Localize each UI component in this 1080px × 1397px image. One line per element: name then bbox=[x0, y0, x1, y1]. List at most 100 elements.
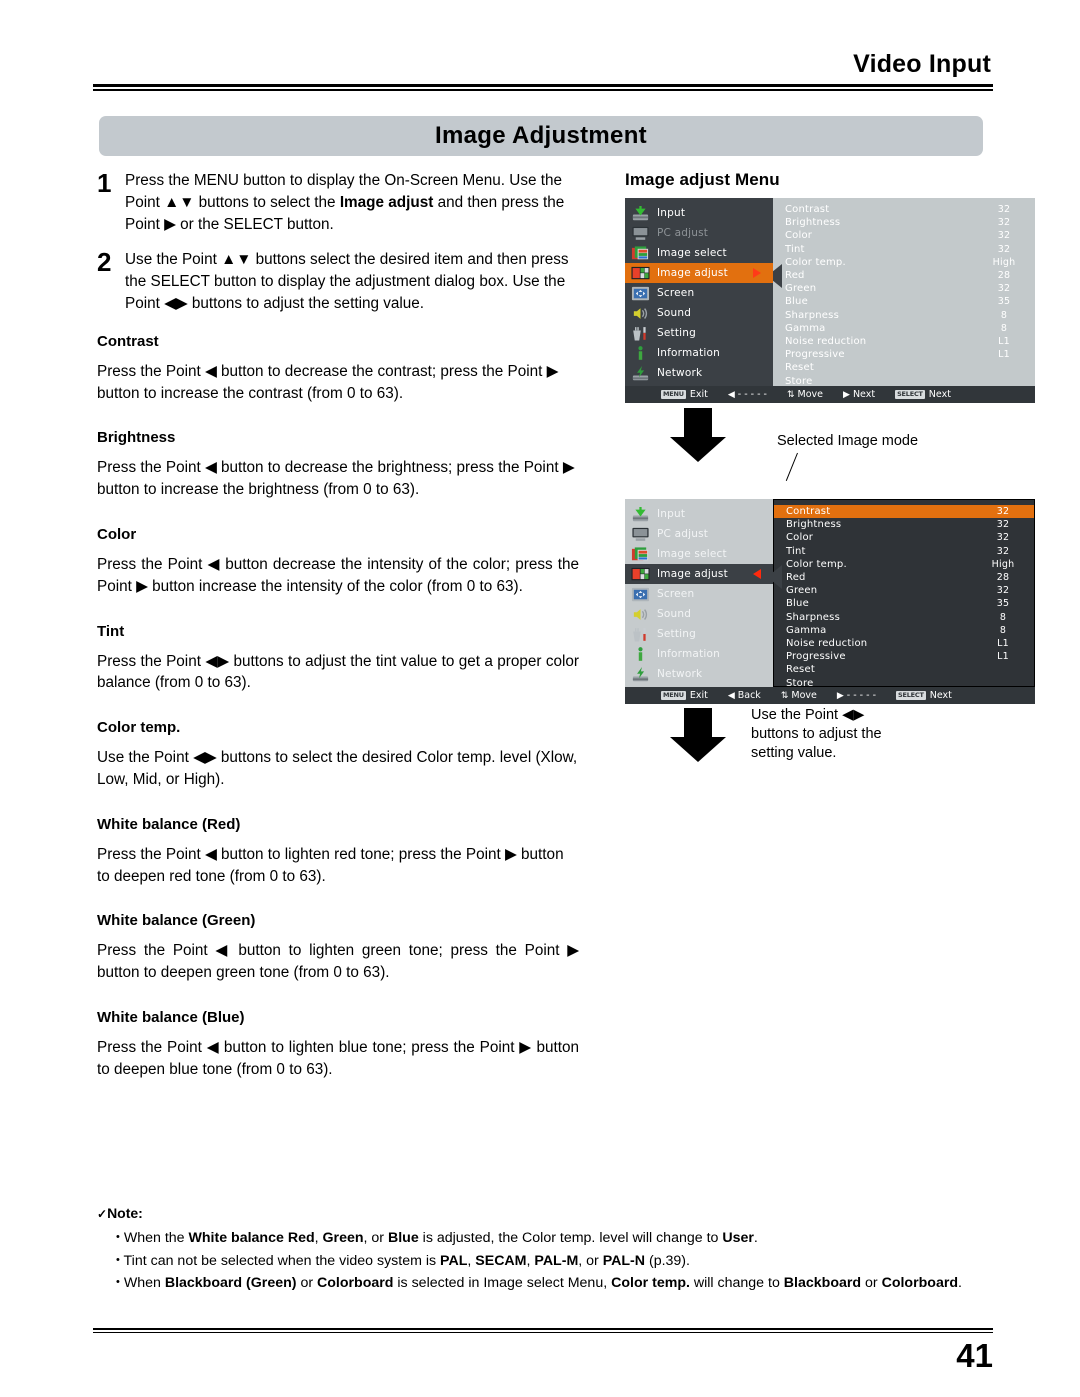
flow-arrow-down-1 bbox=[670, 408, 726, 462]
osd-item-contrast[interactable]: Contrast 32 bbox=[773, 203, 1035, 216]
osd-menu-top[interactable]: Input PC adjust Image select Image adjust Sc… bbox=[625, 198, 1035, 403]
sidebar-item-network[interactable]: Network bbox=[625, 664, 773, 684]
check-icon: ✓ bbox=[97, 1207, 108, 1221]
callout-line: buttons to adjust the bbox=[751, 726, 882, 742]
osd-footer-hint-label: - - - - - bbox=[737, 389, 767, 400]
sidebar-item-image-select[interactable]: Image select bbox=[625, 243, 773, 263]
osd-item-value: 32 bbox=[996, 545, 1010, 557]
flow-arrow-down-2 bbox=[670, 708, 726, 762]
sidebar-item-sound[interactable]: Sound bbox=[625, 303, 773, 323]
osd-item-progressive[interactable]: Progressive L1 bbox=[774, 650, 1034, 663]
osd-menu-bottom[interactable]: Input PC adjust Image select Image adjust Sc… bbox=[625, 499, 1035, 704]
page-title: Image Adjustment bbox=[435, 122, 647, 149]
osd-item-value: L1 bbox=[997, 651, 1009, 663]
osd-item-blue[interactable]: Blue 35 bbox=[774, 597, 1034, 610]
osd-item-value: 35 bbox=[997, 296, 1011, 308]
section-body-contrast: Press the Point ◀ button to decrease the… bbox=[97, 362, 559, 402]
sidebar-item-screen[interactable]: Screen bbox=[625, 584, 773, 604]
direction-glyph-icon: ◀ bbox=[727, 389, 735, 400]
page-header: Video Input bbox=[93, 52, 993, 91]
osd-item-name: Blue bbox=[785, 296, 808, 308]
osd-item-brightness[interactable]: Brightness 32 bbox=[774, 518, 1034, 531]
pc-adjust-icon bbox=[631, 225, 650, 242]
osd-item-gamma[interactable]: Gamma 8 bbox=[773, 322, 1035, 335]
note-item-text: When the White balance Red, Green, or Bl… bbox=[123, 1230, 758, 1246]
osd-item-sharpness[interactable]: Sharpness 8 bbox=[773, 309, 1035, 322]
osd-item-name: Color bbox=[786, 532, 814, 544]
osd-item-sharpness[interactable]: Sharpness 8 bbox=[774, 611, 1034, 624]
osd-item-value: L1 bbox=[997, 637, 1009, 649]
osd-item-name: Sharpness bbox=[786, 611, 840, 623]
osd-item-value: 32 bbox=[997, 204, 1011, 216]
sidebar-item-input[interactable]: Input bbox=[625, 504, 773, 524]
osd-item-tint[interactable]: Tint 32 bbox=[774, 545, 1034, 558]
setting-icon bbox=[631, 626, 650, 643]
sidebar-item-image-select[interactable]: Image select bbox=[625, 544, 773, 564]
direction-glyph-icon: ⇅ bbox=[780, 690, 789, 701]
osd-item-gamma[interactable]: Gamma 8 bbox=[774, 624, 1034, 637]
osd-item-name: Green bbox=[785, 283, 817, 295]
osd-item-color[interactable]: Color 32 bbox=[774, 531, 1034, 544]
sidebar-item-pc-adjust[interactable]: PC adjust bbox=[625, 223, 773, 243]
sidebar-item-screen[interactable]: Screen bbox=[625, 283, 773, 303]
osd-item-panel[interactable]: Contrast 32 Brightness 32 Color 32 Tint 32 Color… bbox=[773, 198, 1035, 387]
osd-item-color[interactable]: Color 32 bbox=[773, 229, 1035, 242]
osd-item-panel[interactable]: Contrast 32 Brightness 32 Color 32 Tint 32 Color… bbox=[773, 499, 1035, 689]
osd-item-contrast[interactable]: Contrast 32 bbox=[774, 505, 1034, 519]
osd-item-tint[interactable]: Tint 32 bbox=[773, 243, 1035, 256]
osd-sidebar[interactable]: Input PC adjust Image select Image adjust Sc… bbox=[625, 499, 773, 687]
osd-item-name: Tint bbox=[785, 243, 805, 255]
osd-footer-hint: SELECT Next bbox=[895, 389, 951, 400]
osd-notch bbox=[773, 565, 782, 589]
osd-sidebar[interactable]: Input PC adjust Image select Image adjust Sc… bbox=[625, 198, 773, 386]
osd-item-noise-reduction[interactable]: Noise reduction L1 bbox=[774, 637, 1034, 650]
osd-item-value: 28 bbox=[997, 270, 1011, 282]
sidebar-item-pc-adjust[interactable]: PC adjust bbox=[625, 524, 773, 544]
osd-item-blue[interactable]: Blue 35 bbox=[773, 295, 1035, 308]
osd-item-progressive[interactable]: Progressive L1 bbox=[773, 348, 1035, 361]
step-text: Use the Point ▲▼ buttons select the desi… bbox=[125, 251, 569, 312]
osd-item-green[interactable]: Green 32 bbox=[774, 584, 1034, 597]
osd-footer-hint-label: Exit bbox=[689, 389, 708, 400]
osd-item-green[interactable]: Green 32 bbox=[773, 282, 1035, 295]
osd-item-brightness[interactable]: Brightness 32 bbox=[773, 216, 1035, 229]
sidebar-item-setting[interactable]: Setting bbox=[625, 323, 773, 343]
osd-item-red[interactable]: Red 28 bbox=[773, 269, 1035, 282]
sidebar-item-image-adjust[interactable]: Image adjust bbox=[625, 263, 773, 283]
osd-illustration-column: Image adjust Menu Input PC adjust Image se… bbox=[625, 170, 1037, 762]
sidebar-item-sound[interactable]: Sound bbox=[625, 604, 773, 624]
callout-line: Use the Point ◀▶ bbox=[751, 707, 865, 723]
osd-footer-hint-label: Next bbox=[852, 389, 876, 400]
sidebar-item-label: Input bbox=[657, 508, 686, 520]
sidebar-item-input[interactable]: Input bbox=[625, 203, 773, 223]
sidebar-item-network[interactable]: Network bbox=[625, 363, 773, 383]
osd-item-color-temp-[interactable]: Color temp. High bbox=[773, 256, 1035, 269]
osd-footer-hint: MENU Exit bbox=[661, 690, 708, 701]
section-body-white-balance-green: Press the Point ◀ button to lighten gree… bbox=[97, 942, 579, 982]
osd-item-name: Red bbox=[785, 270, 805, 282]
osd-item-noise-reduction[interactable]: Noise reduction L1 bbox=[773, 335, 1035, 348]
network-icon bbox=[631, 365, 650, 382]
sidebar-item-setting[interactable]: Setting bbox=[625, 624, 773, 644]
chevron-right-icon bbox=[753, 268, 761, 278]
sidebar-item-label: Network bbox=[657, 367, 703, 379]
osd-item-value: L1 bbox=[998, 335, 1010, 347]
sound-icon bbox=[631, 606, 650, 623]
osd-item-name: Gamma bbox=[785, 322, 826, 334]
osd-item-store[interactable]: Store bbox=[773, 374, 1035, 387]
sidebar-item-information[interactable]: Information bbox=[625, 644, 773, 664]
setting-icon bbox=[631, 325, 650, 342]
sidebar-item-label: Sound bbox=[657, 307, 692, 319]
image-adjust-icon bbox=[631, 566, 650, 583]
osd-item-store[interactable]: Store bbox=[774, 676, 1034, 689]
page-number: 41 bbox=[956, 1337, 993, 1374]
osd-item-reset[interactable]: Reset bbox=[774, 663, 1034, 676]
sidebar-item-image-adjust[interactable]: Image adjust bbox=[625, 564, 773, 584]
osd-footer-hint: ◀ Back bbox=[728, 690, 761, 701]
osd-item-red[interactable]: Red 28 bbox=[774, 571, 1034, 584]
sidebar-item-label: Image select bbox=[657, 548, 727, 560]
osd-item-color-temp-[interactable]: Color temp. High bbox=[774, 558, 1034, 571]
sidebar-item-information[interactable]: Information bbox=[625, 343, 773, 363]
section-body-white-balance-red: Press the Point ◀ button to lighten red … bbox=[97, 845, 564, 885]
osd-item-reset[interactable]: Reset bbox=[773, 361, 1035, 374]
